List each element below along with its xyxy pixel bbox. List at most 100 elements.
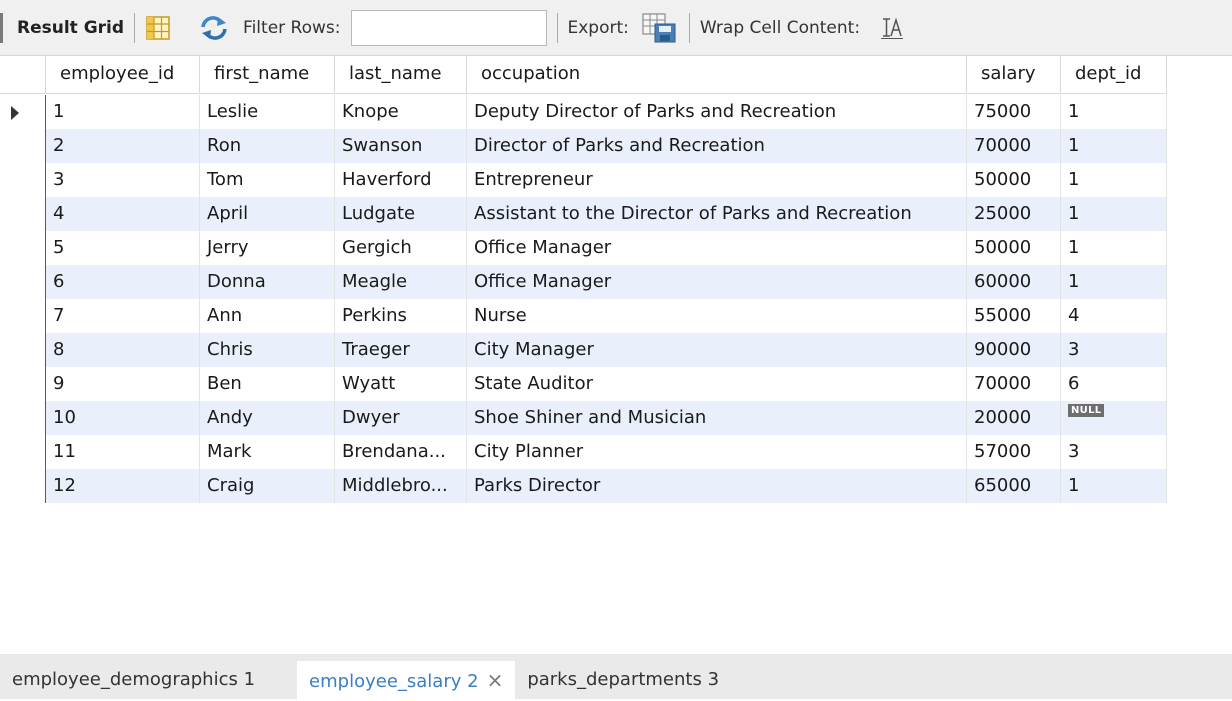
table-row[interactable]: 2 Ron Swanson Director of Parks and Recreat… [46, 129, 1167, 163]
cell-dept-id[interactable]: 1 [1061, 163, 1167, 197]
column-header-occupation[interactable]: occupation [467, 56, 967, 94]
cell-employee-id[interactable]: 6 [46, 265, 200, 299]
cell-first-name[interactable]: Tom [200, 163, 335, 197]
cell-first-name[interactable]: Donna [200, 265, 335, 299]
cell-dept-id[interactable]: 1 [1061, 129, 1167, 163]
cell-salary[interactable]: 55000 [967, 299, 1061, 333]
cell-dept-id[interactable]: 3 [1061, 435, 1167, 469]
cell-occupation[interactable]: Director of Parks and Recreation [467, 129, 967, 163]
cell-dept-id[interactable]: 3 [1061, 333, 1167, 367]
table-row[interactable]: 1 Leslie Knope Deputy Director of Parks and… [46, 95, 1167, 129]
cell-last-name[interactable]: Middlebro... [335, 469, 467, 503]
cell-last-name[interactable]: Meagle [335, 265, 467, 299]
column-header-employee-id[interactable]: employee_id [46, 56, 200, 94]
cell-salary[interactable]: 70000 [967, 367, 1061, 401]
cell-salary[interactable]: 50000 [967, 163, 1061, 197]
cell-salary[interactable]: 65000 [967, 469, 1061, 503]
row-header[interactable] [0, 469, 46, 503]
cell-dept-id[interactable]: 1 [1061, 469, 1167, 503]
cell-first-name[interactable]: Jerry [200, 231, 335, 265]
row-header[interactable] [0, 265, 46, 299]
result-tab-3[interactable]: parks_departments 3 [515, 661, 731, 699]
table-row[interactable]: 11 Mark Brendana... City Planner 57000 3 [46, 435, 1167, 469]
cell-first-name[interactable]: Mark [200, 435, 335, 469]
grid-layout-icon[interactable] [145, 15, 171, 41]
cell-first-name[interactable]: April [200, 197, 335, 231]
cell-dept-id[interactable]: NULL [1061, 401, 1167, 435]
cell-salary[interactable]: 60000 [967, 265, 1061, 299]
cell-last-name[interactable]: Ludgate [335, 197, 467, 231]
filter-rows-input[interactable] [350, 9, 547, 46]
cell-salary[interactable]: 25000 [967, 197, 1061, 231]
cell-occupation[interactable]: Nurse [467, 299, 967, 333]
cell-occupation[interactable]: Office Manager [467, 231, 967, 265]
column-header-dept-id[interactable]: dept_id [1061, 56, 1167, 94]
cell-employee-id[interactable]: 10 [46, 401, 200, 435]
row-header[interactable] [0, 231, 46, 265]
column-header-first-name[interactable]: first_name [200, 56, 335, 94]
column-header-last-name[interactable]: last_name [335, 56, 467, 94]
table-row[interactable]: 12 Craig Middlebro... Parks Director 65000 1 [46, 469, 1167, 503]
row-header[interactable] [0, 333, 46, 367]
cell-first-name[interactable]: Ann [200, 299, 335, 333]
table-row[interactable]: 3 Tom Haverford Entrepreneur 50000 1 [46, 163, 1167, 197]
cell-salary[interactable]: 70000 [967, 129, 1061, 163]
row-header[interactable] [0, 197, 46, 231]
cell-occupation[interactable]: Parks Director [467, 469, 967, 503]
table-row[interactable]: 8 Chris Traeger City Manager 90000 3 [46, 333, 1167, 367]
cell-employee-id[interactable]: 12 [46, 469, 200, 503]
cell-occupation[interactable]: City Planner [467, 435, 967, 469]
result-tab-2[interactable]: employee_salary 2 × [297, 661, 516, 699]
refresh-icon[interactable] [199, 15, 229, 41]
cell-dept-id[interactable]: 1 [1061, 265, 1167, 299]
export-icon[interactable] [641, 12, 679, 44]
cell-employee-id[interactable]: 1 [46, 95, 200, 129]
cell-employee-id[interactable]: 7 [46, 299, 200, 333]
table-row[interactable]: 10 Andy Dwyer Shoe Shiner and Musician 20000… [46, 401, 1167, 435]
table-row[interactable]: 6 Donna Meagle Office Manager 60000 1 [46, 265, 1167, 299]
row-header[interactable] [0, 367, 46, 401]
row-header[interactable] [0, 435, 46, 469]
row-header[interactable] [0, 95, 46, 129]
cell-first-name[interactable]: Chris [200, 333, 335, 367]
table-row[interactable]: 9 Ben Wyatt State Auditor 70000 6 [46, 367, 1167, 401]
cell-first-name[interactable]: Ron [200, 129, 335, 163]
cell-last-name[interactable]: Dwyer [335, 401, 467, 435]
cell-employee-id[interactable]: 4 [46, 197, 200, 231]
cell-dept-id[interactable]: 1 [1061, 231, 1167, 265]
cell-occupation[interactable]: Office Manager [467, 265, 967, 299]
cell-first-name[interactable]: Andy [200, 401, 335, 435]
cell-last-name[interactable]: Gergich [335, 231, 467, 265]
cell-salary[interactable]: 75000 [967, 95, 1061, 129]
cell-occupation[interactable]: City Manager [467, 333, 967, 367]
cell-last-name[interactable]: Haverford [335, 163, 467, 197]
column-header-salary[interactable]: salary [967, 56, 1061, 94]
cell-first-name[interactable]: Leslie [200, 95, 335, 129]
cell-employee-id[interactable]: 2 [46, 129, 200, 163]
cell-last-name[interactable]: Perkins [335, 299, 467, 333]
cell-salary[interactable]: 20000 [967, 401, 1061, 435]
table-row[interactable]: 5 Jerry Gergich Office Manager 50000 1 [46, 231, 1167, 265]
cell-occupation[interactable]: Deputy Director of Parks and Recreation [467, 95, 967, 129]
cell-occupation[interactable]: Shoe Shiner and Musician [467, 401, 967, 435]
cell-occupation[interactable]: Entrepreneur [467, 163, 967, 197]
cell-salary[interactable]: 57000 [967, 435, 1061, 469]
cell-last-name[interactable]: Wyatt [335, 367, 467, 401]
table-row[interactable]: 7 Ann Perkins Nurse 55000 4 [46, 299, 1167, 333]
cell-first-name[interactable]: Ben [200, 367, 335, 401]
cell-dept-id[interactable]: 4 [1061, 299, 1167, 333]
cell-last-name[interactable]: Swanson [335, 129, 467, 163]
cell-first-name[interactable]: Craig [200, 469, 335, 503]
cell-employee-id[interactable]: 11 [46, 435, 200, 469]
cell-employee-id[interactable]: 8 [46, 333, 200, 367]
cell-last-name[interactable]: Traeger [335, 333, 467, 367]
cell-employee-id[interactable]: 9 [46, 367, 200, 401]
row-header[interactable] [0, 129, 46, 163]
cell-employee-id[interactable]: 3 [46, 163, 200, 197]
close-tab-icon[interactable]: × [487, 668, 504, 692]
wrap-text-icon[interactable] [880, 16, 904, 40]
cell-dept-id[interactable]: 6 [1061, 367, 1167, 401]
row-header[interactable] [0, 401, 46, 435]
cell-occupation[interactable]: Assistant to the Director of Parks and R… [467, 197, 967, 231]
cell-dept-id[interactable]: 1 [1061, 197, 1167, 231]
